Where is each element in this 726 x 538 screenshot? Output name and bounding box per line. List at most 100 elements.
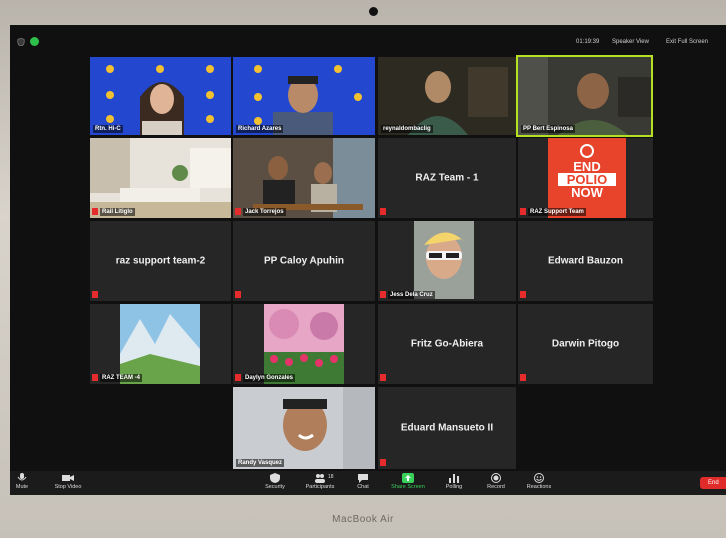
muted-mic-icon [92, 208, 98, 215]
participant-display-name: Darwin Pitogo [551, 338, 620, 350]
chat-label: Chat [357, 484, 369, 490]
participant-name: PP Bert Espinosa [521, 125, 575, 133]
share-screen-label: Share Screen [391, 484, 425, 490]
video-tile-raz-support-team-2[interactable]: raz support team-2 [90, 221, 231, 301]
poster-text-3: NOW [571, 185, 603, 200]
rotary-background [233, 57, 375, 135]
profile-photo [233, 387, 375, 469]
meeting-timer: 01:19:39 [576, 39, 600, 45]
video-tile-jess-dela-cruz[interactable]: Jess Dela Cruz [378, 221, 516, 301]
polling-label: Polling [445, 484, 463, 490]
muted-mic-icon [380, 459, 386, 466]
video-tile-caloy-apuhin[interactable]: PP Caloy Apuhin [233, 221, 375, 301]
participant-name: reynaldombaclig [381, 125, 433, 133]
video-tile-eduard-mansueto[interactable]: Eduard Mansueto II [378, 387, 516, 469]
video-feed [378, 57, 516, 135]
polling-icon [449, 474, 459, 483]
end-meeting-button[interactable]: End [700, 477, 726, 489]
top-bar: 01:19:39 Speaker View Exit Full Screen [10, 25, 726, 53]
participant-display-name: RAZ Team - 1 [415, 172, 479, 184]
muted-mic-icon [235, 374, 241, 381]
participant-name: Daylyn Gonzales [243, 374, 296, 382]
laptop-brand-label: MacBook Air [332, 514, 394, 525]
share-screen-icon [402, 473, 414, 483]
video-feed [518, 57, 651, 135]
reactions-button[interactable]: Reactions [519, 473, 559, 490]
reactions-label: Reactions [526, 484, 552, 490]
participants-label: Participants [305, 484, 335, 490]
smiley-icon [534, 473, 544, 483]
participant-name: Jack Torrejos [243, 208, 286, 216]
video-tile-richard-azares[interactable]: Richard Azares [233, 57, 375, 135]
participant-name: Randy Vasquez [236, 459, 285, 467]
video-tile-hi-c[interactable]: Rtn. Hi-C [90, 57, 231, 135]
participant-display-name: Edward Bauzon [547, 255, 623, 267]
end-polio-poster: END POLIO NOW [548, 138, 626, 218]
tulip-field-background [264, 304, 344, 384]
chat-button[interactable]: Chat [343, 473, 383, 490]
stop-video-label: Stop Video [54, 484, 82, 490]
mute-button[interactable]: Mute [10, 473, 42, 490]
participant-name: Richard Azares [236, 125, 284, 133]
encryption-check-icon[interactable] [30, 37, 39, 46]
microphone-icon [17, 473, 27, 481]
participant-name: Rail Litiglo [100, 208, 135, 216]
muted-mic-icon [380, 291, 386, 298]
video-camera-icon [62, 475, 74, 481]
shield-icon [270, 473, 280, 483]
video-tile-jack-torrejos[interactable]: Jack Torrejos [233, 138, 375, 218]
participants-count: 18 [328, 474, 334, 480]
muted-mic-icon [92, 374, 98, 381]
video-tile-raz-team-4[interactable]: RAZ TEAM -4 [90, 304, 231, 384]
chat-icon [358, 474, 368, 483]
participant-display-name: Fritz Go-Abiera [410, 338, 484, 350]
participants-button[interactable]: Participants 18 [300, 473, 340, 490]
record-label: Record [487, 484, 505, 490]
share-screen-button[interactable]: Share Screen [388, 473, 428, 490]
video-tile-rail-litiglo[interactable]: Rail Litiglo [90, 138, 231, 218]
participant-name: Jess Dela Cruz [388, 291, 435, 299]
participant-display-name: PP Caloy Apuhin [263, 255, 344, 267]
video-tile-randy-vasquez[interactable]: Randy Vasquez [233, 387, 375, 469]
video-tile-fritz-go-abiera[interactable]: Fritz Go-Abiera [378, 304, 516, 384]
security-button[interactable]: Security [255, 473, 295, 490]
muted-mic-icon [92, 291, 98, 298]
polling-button[interactable]: Polling [434, 473, 474, 490]
zoom-window: 01:19:39 Speaker View Exit Full Screen R… [10, 25, 726, 495]
record-icon [491, 473, 501, 483]
muted-mic-icon [520, 374, 526, 381]
video-tile-daylyn-gonzales[interactable]: Daylyn Gonzales [233, 304, 375, 384]
video-tile-reynaldombaclig[interactable]: reynaldombaclig [378, 57, 516, 135]
participants-icon [315, 474, 325, 483]
video-feed [233, 138, 375, 218]
muted-mic-icon [380, 208, 386, 215]
participant-display-name: Eduard Mansueto II [400, 422, 494, 434]
participant-name: RAZ TEAM -4 [100, 374, 142, 382]
rotary-background [90, 57, 231, 135]
living-room-background [90, 138, 231, 218]
webcam [369, 7, 378, 16]
security-label: Security [265, 484, 285, 490]
mountain-landscape-background [120, 304, 200, 384]
video-tile-raz-support-team[interactable]: END POLIO NOW RAZ Support Team [518, 138, 653, 218]
meeting-controls-toolbar: Mute Stop Video Security Participants 18… [10, 471, 726, 495]
muted-mic-icon [520, 291, 526, 298]
participant-name: Rtn. Hi-C [93, 125, 123, 133]
profile-photo [414, 221, 474, 299]
speaker-view-button[interactable]: Speaker View [612, 39, 649, 45]
muted-mic-icon [235, 291, 241, 298]
video-tile-bert-espinosa[interactable]: PP Bert Espinosa [516, 55, 653, 137]
muted-mic-icon [520, 208, 526, 215]
exit-fullscreen-button[interactable]: Exit Full Screen [666, 39, 708, 45]
rotary-wheel-icon [580, 144, 594, 158]
participant-name: RAZ Support Team [528, 208, 586, 216]
stop-video-button[interactable]: Stop Video [48, 473, 88, 490]
muted-mic-icon [380, 374, 386, 381]
video-tile-raz-team-1[interactable]: RAZ Team - 1 [378, 138, 516, 218]
video-tile-darwin-pitogo[interactable]: Darwin Pitogo [518, 304, 653, 384]
shield-icon [17, 38, 25, 46]
record-button[interactable]: Record [476, 473, 516, 490]
mute-label: Mute [15, 484, 29, 490]
participant-display-name: raz support team-2 [115, 255, 206, 267]
video-tile-edward-bauzon[interactable]: Edward Bauzon [518, 221, 653, 301]
